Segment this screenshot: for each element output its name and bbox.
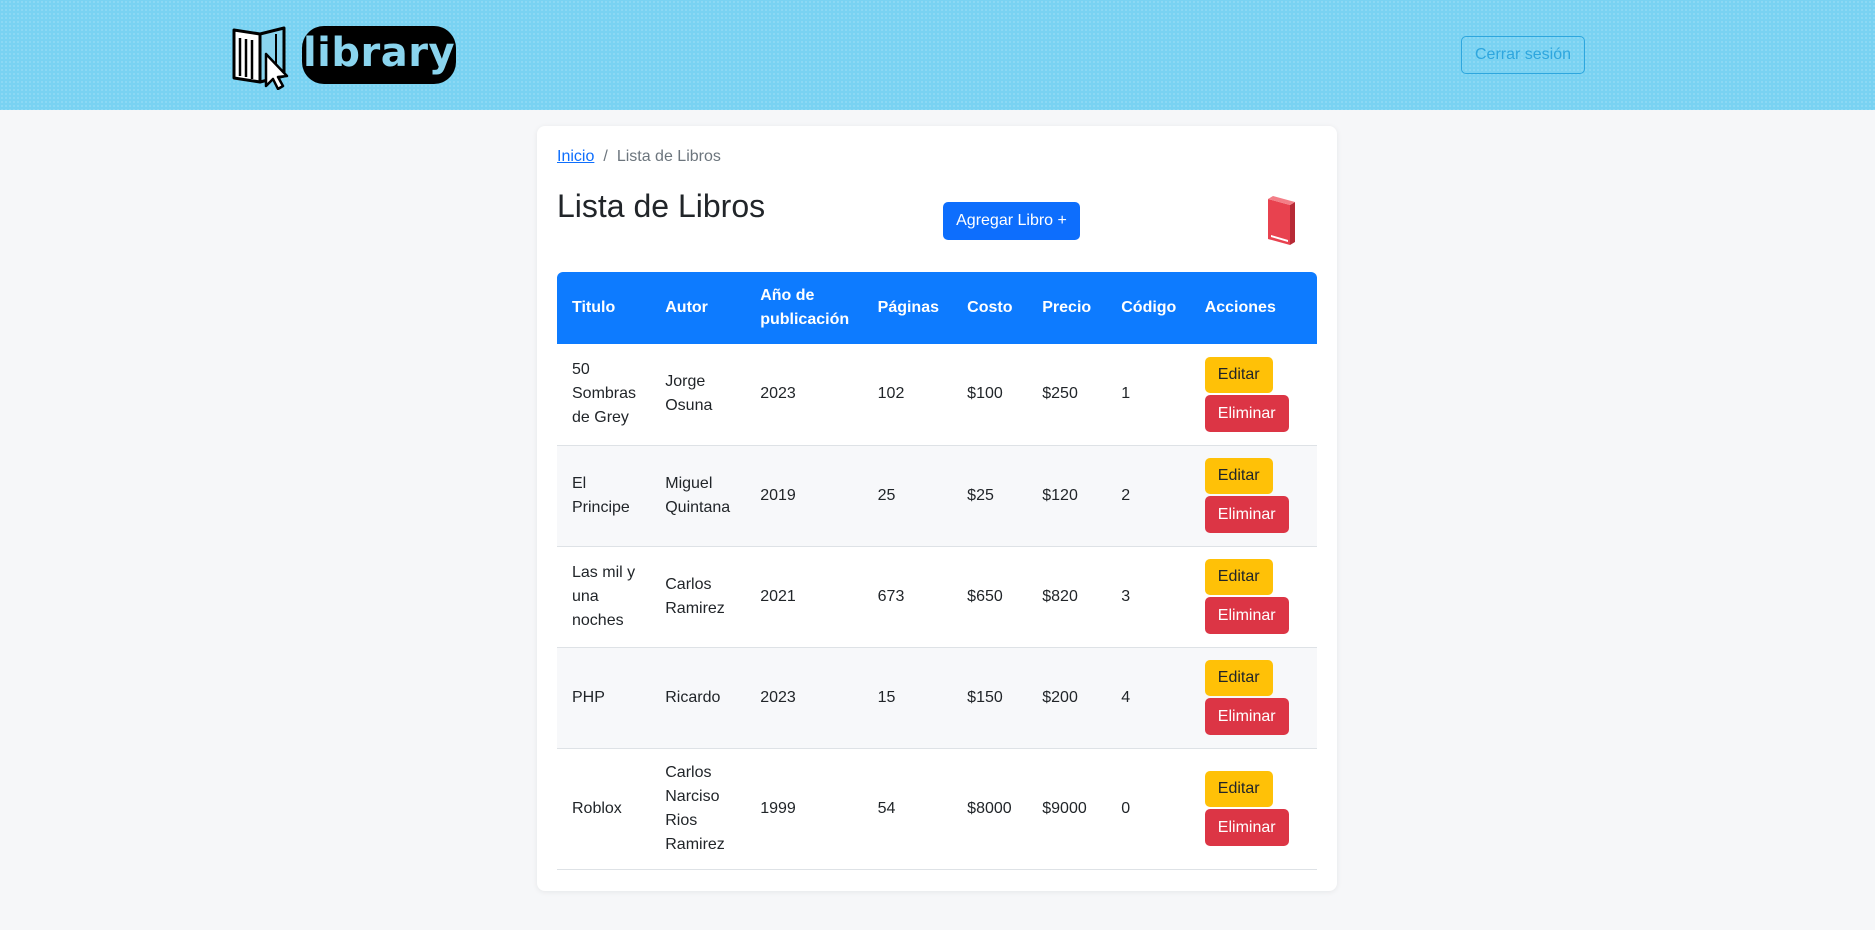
cell-anio: 2019: [745, 445, 863, 547]
open-book-cursor-icon: [232, 26, 289, 90]
cell-titulo: Las mil y una noches: [557, 546, 651, 648]
cell-autor: Carlos Narciso Rios Ramirez: [650, 748, 746, 870]
cell-autor: Carlos Ramirez: [650, 546, 746, 648]
cell-autor: Ricardo: [650, 647, 746, 749]
top-navbar: library Cerrar sesión: [0, 0, 1875, 110]
cell-precio: $820: [1027, 546, 1107, 648]
cell-costo: $8000: [952, 748, 1028, 870]
edit-button[interactable]: Editar: [1204, 559, 1273, 595]
edit-button[interactable]: Editar: [1204, 458, 1273, 494]
breadcrumb: Inicio / Lista de Libros: [557, 148, 721, 166]
breadcrumb-current: Lista de Libros: [616, 148, 721, 165]
column-header-titulo: Titulo: [557, 272, 651, 344]
table-header-row: Titulo Autor Año de publicación Páginas …: [557, 272, 1317, 344]
logo-wordmark: library: [302, 26, 456, 84]
cell-anio: 2023: [745, 647, 863, 749]
column-header-acciones: Acciones: [1189, 272, 1317, 344]
edit-button[interactable]: Editar: [1204, 660, 1273, 696]
cell-acciones: Editar Eliminar: [1189, 344, 1317, 446]
cell-precio: $120: [1027, 445, 1107, 547]
cell-costo: $100: [952, 344, 1028, 446]
column-header-paginas: Páginas: [862, 272, 953, 344]
cell-codigo: 2: [1106, 445, 1190, 547]
table-row: Las mil y una noches Carlos Ramirez 2021…: [557, 546, 1317, 648]
delete-button[interactable]: Eliminar: [1204, 809, 1289, 846]
cell-paginas: 54: [862, 748, 953, 870]
cell-acciones: Editar Eliminar: [1189, 748, 1317, 870]
column-header-costo: Costo: [952, 272, 1028, 344]
book-list-card: Inicio / Lista de Libros Lista de Libros A…: [537, 126, 1337, 891]
page-title: Lista de Libros: [557, 188, 766, 224]
cell-titulo: 50 Sombras de Grey: [557, 344, 651, 446]
column-header-codigo: Código: [1106, 272, 1190, 344]
cell-codigo: 1: [1106, 344, 1190, 446]
table-row: Roblox Carlos Narciso Rios Ramirez 1999 …: [557, 748, 1317, 870]
delete-button[interactable]: Eliminar: [1204, 597, 1289, 634]
cell-paginas: 15: [862, 647, 953, 749]
cell-anio: 2021: [745, 546, 863, 648]
cell-acciones: Editar Eliminar: [1189, 445, 1317, 547]
books-table: Titulo Autor Año de publicación Páginas …: [557, 272, 1317, 870]
cell-costo: $25: [952, 445, 1028, 547]
delete-button[interactable]: Eliminar: [1204, 698, 1289, 735]
delete-button[interactable]: Eliminar: [1204, 394, 1289, 432]
red-book-icon: [1268, 196, 1295, 245]
breadcrumb-home-link[interactable]: Inicio: [557, 148, 594, 165]
cell-codigo: 4: [1106, 647, 1190, 749]
cell-precio: $200: [1027, 647, 1107, 749]
cell-paginas: 102: [862, 344, 953, 446]
breadcrumb-separator: /: [603, 148, 608, 165]
cell-precio: $9000: [1027, 748, 1107, 870]
logout-button[interactable]: Cerrar sesión: [1461, 36, 1585, 74]
cell-paginas: 25: [862, 445, 953, 547]
cell-anio: 1999: [745, 748, 863, 870]
cell-autor: Miguel Quintana: [650, 445, 746, 547]
cell-costo: $650: [952, 546, 1028, 648]
table-row: El Principe Miguel Quintana 2019 25 $25 …: [557, 445, 1317, 547]
column-header-autor: Autor: [650, 272, 746, 344]
cell-acciones: Editar Eliminar: [1189, 647, 1317, 749]
cell-codigo: 3: [1106, 546, 1190, 648]
delete-button[interactable]: Eliminar: [1204, 496, 1289, 533]
cell-precio: $250: [1027, 344, 1107, 446]
cell-titulo: PHP: [557, 647, 651, 749]
cell-acciones: Editar Eliminar: [1189, 546, 1317, 648]
edit-button[interactable]: Editar: [1204, 356, 1273, 393]
table-row: 50 Sombras de Grey Jorge Osuna 2023 102 …: [557, 344, 1317, 446]
cell-titulo: Roblox: [557, 748, 651, 870]
add-book-button[interactable]: Agregar Libro +: [943, 202, 1080, 240]
cell-titulo: El Principe: [557, 445, 651, 547]
column-header-precio: Precio: [1027, 272, 1107, 344]
cell-anio: 2023: [745, 344, 863, 446]
cell-costo: $150: [952, 647, 1028, 749]
edit-button[interactable]: Editar: [1204, 771, 1273, 807]
library-logo[interactable]: library: [230, 24, 458, 90]
cell-codigo: 0: [1106, 748, 1190, 870]
table-row: PHP Ricardo 2023 15 $150 $200 4 Editar E…: [557, 647, 1317, 749]
cell-paginas: 673: [862, 546, 953, 648]
cell-autor: Jorge Osuna: [650, 344, 746, 446]
column-header-anio: Año de publicación: [745, 272, 863, 344]
